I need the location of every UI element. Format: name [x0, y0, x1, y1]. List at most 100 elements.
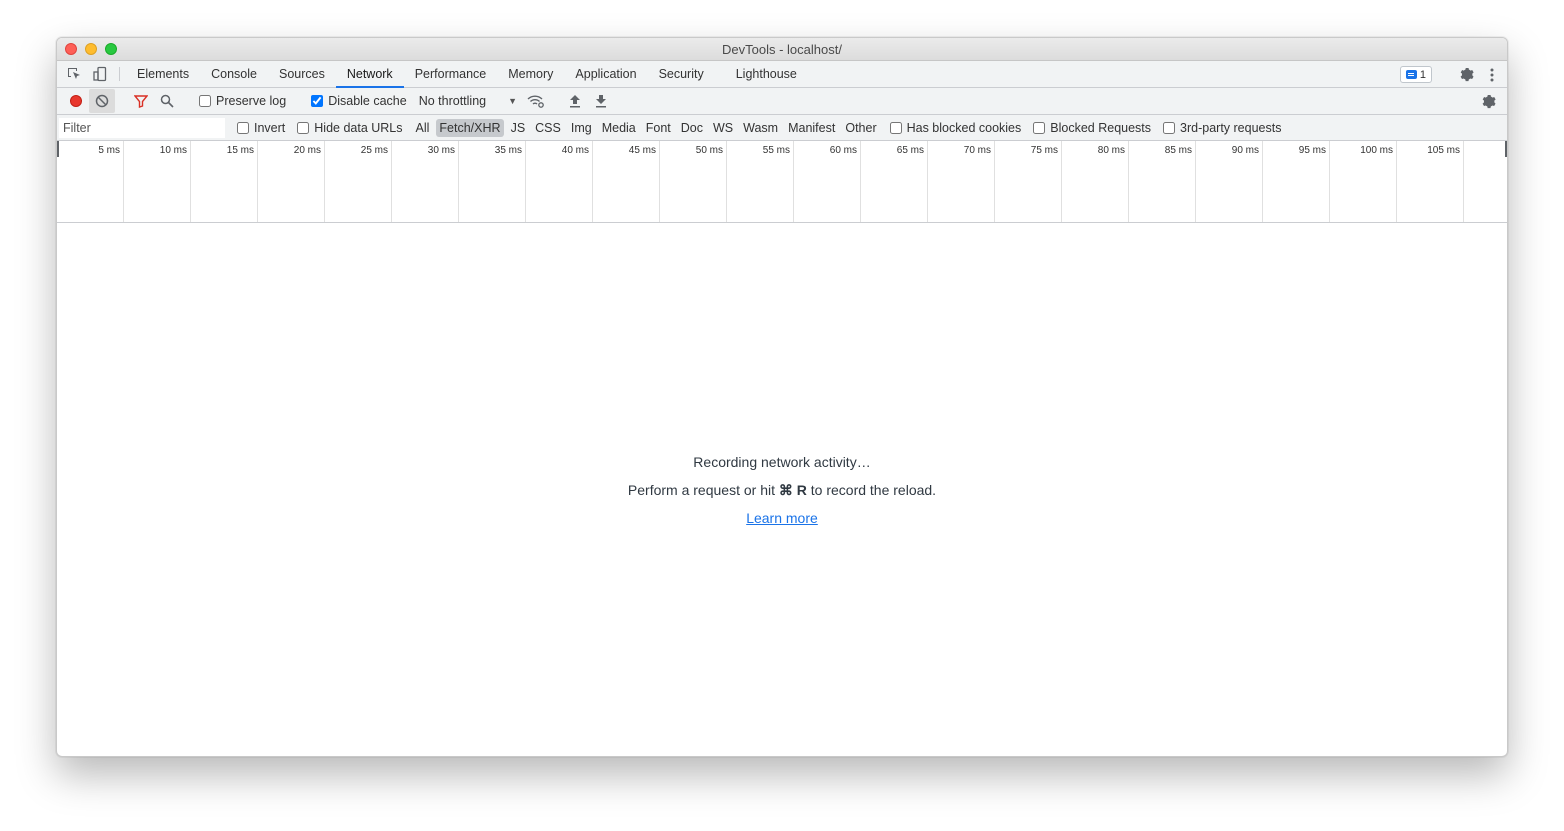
- more-options-icon[interactable]: [1483, 68, 1501, 82]
- device-toolbar-icon[interactable]: [87, 61, 113, 87]
- filter-type-media[interactable]: Media: [599, 119, 639, 137]
- timeline-tick-label: 80 ms: [1097, 145, 1125, 156]
- timeline-tick: 70 ms: [928, 141, 995, 222]
- timeline-tick-label: 95 ms: [1298, 145, 1326, 156]
- tab-sources[interactable]: Sources: [268, 61, 336, 87]
- filter-type-fetch-xhr[interactable]: Fetch/XHR: [436, 118, 504, 137]
- hide-data-urls-input[interactable]: [297, 121, 310, 134]
- filter-type-img[interactable]: Img: [568, 119, 595, 137]
- overview-timeline[interactable]: 5 ms 10 ms 15 ms 20 ms 25 ms 30 ms 35 ms 40 ms 4…: [57, 141, 1507, 223]
- has-blocked-cookies-checkbox[interactable]: Has blocked cookies: [884, 121, 1028, 135]
- timeline-tick: 90 ms: [1196, 141, 1263, 222]
- filter-input[interactable]: [59, 117, 225, 138]
- timeline-tick-label: 75 ms: [1030, 145, 1058, 156]
- close-window-button[interactable]: [65, 43, 77, 55]
- tab-console[interactable]: Console: [200, 61, 268, 87]
- disable-cache-checkbox[interactable]: Disable cache: [305, 94, 413, 108]
- blocked-requests-input[interactable]: [1033, 121, 1046, 134]
- reload-hint: Perform a request or hit ⌘ R to record t…: [57, 480, 1507, 508]
- devtools-window: DevTools - localhost/ Elements Console Sou…: [56, 37, 1508, 757]
- timeline-tick-label: 65 ms: [896, 145, 924, 156]
- import-har-button[interactable]: [562, 89, 588, 113]
- search-button[interactable]: [154, 89, 180, 113]
- window-title: DevTools - localhost/: [722, 42, 842, 57]
- wifi-settings-icon: [527, 95, 544, 108]
- tab-security[interactable]: Security: [648, 61, 715, 87]
- timeline-tick-label: 20 ms: [293, 145, 321, 156]
- timeline-tick: 50 ms: [660, 141, 727, 222]
- timeline-tick: 15 ms: [191, 141, 258, 222]
- timeline-tick: 40 ms: [526, 141, 593, 222]
- invert-input[interactable]: [237, 121, 249, 134]
- tab-memory[interactable]: Memory: [497, 61, 564, 87]
- throttling-value: No throttling: [418, 94, 487, 108]
- tab-network[interactable]: Network: [335, 61, 404, 88]
- timeline-tick: 60 ms: [794, 141, 861, 222]
- third-party-requests-checkbox[interactable]: 3rd-party requests: [1157, 121, 1287, 135]
- filter-type-other[interactable]: Other: [842, 119, 879, 137]
- timeline-tick-label: 60 ms: [829, 145, 857, 156]
- timeline-tick: 5 ms: [57, 141, 124, 222]
- empty-state: Recording network activity… Perform a re…: [57, 452, 1507, 536]
- hide-data-urls-checkbox[interactable]: Hide data URLs: [291, 121, 408, 135]
- timeline-tick: 100 ms: [1330, 141, 1397, 222]
- panel-tabs: Elements Console Sources Network Performance…: [126, 61, 808, 88]
- export-har-button[interactable]: [588, 89, 614, 113]
- invert-checkbox[interactable]: Invert: [231, 121, 291, 135]
- timeline-tick-label: 30 ms: [427, 145, 455, 156]
- record-icon: [70, 95, 82, 107]
- timeline-tick-label: 100 ms: [1360, 145, 1393, 156]
- timeline-tick-label: 105 ms: [1427, 145, 1460, 156]
- clear-button[interactable]: [89, 89, 115, 113]
- timeline-tick: 20 ms: [258, 141, 325, 222]
- disable-cache-label: Disable cache: [328, 94, 407, 108]
- preserve-log-input[interactable]: [199, 95, 211, 107]
- timeline-tick-label: 35 ms: [494, 145, 522, 156]
- settings-gear-icon[interactable]: [1453, 67, 1479, 82]
- record-button[interactable]: [63, 89, 89, 113]
- title-bar: DevTools - localhost/: [57, 38, 1507, 61]
- tab-lighthouse[interactable]: Lighthouse: [725, 61, 808, 87]
- timeline-tick: 11: [1464, 141, 1507, 222]
- timeline-tick: 55 ms: [727, 141, 794, 222]
- filter-type-wasm[interactable]: Wasm: [740, 119, 781, 137]
- blocked-requests-label: Blocked Requests: [1050, 120, 1152, 135]
- has-blocked-cookies-input[interactable]: [889, 121, 902, 134]
- learn-more-link[interactable]: Learn more: [746, 510, 818, 526]
- preserve-log-checkbox[interactable]: Preserve log: [193, 94, 292, 108]
- zoom-window-button[interactable]: [105, 43, 117, 55]
- network-settings-gear-icon[interactable]: [1475, 94, 1501, 109]
- resource-type-filters: All Fetch/XHR JS CSS Img Media Font Doc WS Wasm Ma…: [411, 118, 882, 137]
- filter-type-css[interactable]: CSS: [532, 119, 564, 137]
- filter-type-doc[interactable]: Doc: [678, 119, 706, 137]
- reload-shortcut: ⌘ R: [778, 482, 807, 498]
- tab-application[interactable]: Application: [564, 61, 647, 87]
- filter-type-manifest[interactable]: Manifest: [785, 119, 838, 137]
- blocked-requests-checkbox[interactable]: Blocked Requests: [1027, 121, 1157, 135]
- filter-type-ws[interactable]: WS: [710, 119, 736, 137]
- clear-icon: [95, 94, 109, 108]
- has-blocked-cookies-label: Has blocked cookies: [906, 120, 1022, 135]
- network-toolbar: Preserve log Disable cache No throttling…: [57, 88, 1507, 115]
- timeline-tick: 30 ms: [392, 141, 459, 222]
- third-party-requests-input[interactable]: [1163, 121, 1176, 134]
- disable-cache-input[interactable]: [311, 95, 324, 107]
- tab-elements[interactable]: Elements: [126, 61, 200, 87]
- throttling-select[interactable]: No throttling ▼: [413, 94, 523, 108]
- third-party-requests-label: 3rd-party requests: [1180, 120, 1282, 135]
- issues-button[interactable]: 1: [1399, 66, 1432, 83]
- issues-count: 1: [1419, 68, 1426, 81]
- filter-type-all[interactable]: All: [413, 119, 433, 137]
- network-conditions-button[interactable]: [523, 89, 549, 113]
- filter-type-font[interactable]: Font: [643, 119, 674, 137]
- timeline-tick: 25 ms: [325, 141, 392, 222]
- filter-icon: [134, 95, 148, 108]
- minimize-window-button[interactable]: [85, 43, 97, 55]
- timeline-tick-label: 10 ms: [159, 145, 187, 156]
- filter-toggle-button[interactable]: [128, 89, 154, 113]
- search-icon: [160, 94, 174, 108]
- inspect-element-icon[interactable]: [61, 61, 87, 87]
- filter-type-js[interactable]: JS: [508, 119, 529, 137]
- filter-bar: Invert Hide data URLs AllFetch/XHRJSCSSI…: [57, 115, 1507, 141]
- tab-performance[interactable]: Performance: [404, 61, 498, 87]
